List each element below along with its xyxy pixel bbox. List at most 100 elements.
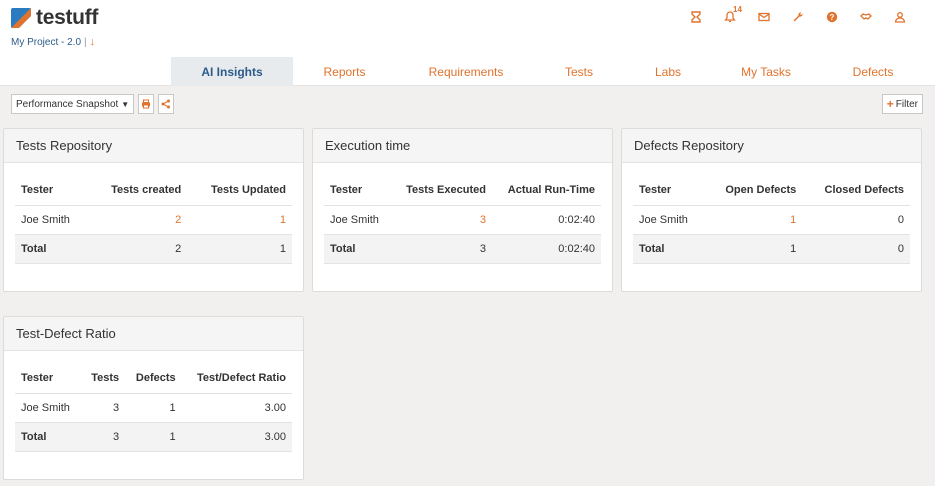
tab-my-tasks[interactable]: My Tasks xyxy=(714,57,818,86)
user-icon[interactable] xyxy=(883,8,917,26)
total-cell: 1 xyxy=(187,234,292,264)
defects-cell: 1 xyxy=(125,393,182,423)
tab-ai-insights[interactable]: AI Insights xyxy=(171,57,293,86)
app-header: testuff My Project - 2.0 | ↓ 14 ? AI Ins… xyxy=(0,0,935,86)
total-cell: 3 xyxy=(81,422,126,452)
tester-cell: Joe Smith xyxy=(15,393,82,423)
download-icon[interactable]: ↓ xyxy=(90,36,96,48)
tester-cell: Joe Smith xyxy=(15,205,89,235)
column-header: Actual Run-Time xyxy=(491,176,601,206)
table-header-row: Tester Tests Defects Test/Defect Ratio xyxy=(15,364,292,394)
tab-tests[interactable]: Tests xyxy=(536,57,622,86)
total-label: Total xyxy=(15,422,82,452)
tests-repository-table: Tester Tests created Tests Updated Joe S… xyxy=(15,176,292,264)
notification-count: 14 xyxy=(733,5,742,14)
project-name[interactable]: My Project - 2.0 xyxy=(11,37,81,48)
bell-icon[interactable]: 14 xyxy=(713,5,747,26)
widget-title: Test-Defect Ratio xyxy=(4,317,303,351)
column-header: Tester xyxy=(15,364,82,394)
help-icon[interactable]: ? xyxy=(815,8,849,26)
table-total-row: Total 2 1 xyxy=(15,234,292,264)
ratio-cell: 3.00 xyxy=(181,393,292,423)
total-label: Total xyxy=(15,234,89,264)
project-separator: | xyxy=(84,36,87,48)
total-cell: 3.00 xyxy=(181,422,292,452)
execution-time-table: Tester Tests Executed Actual Run-Time Jo… xyxy=(324,176,601,264)
filter-button[interactable]: + Filter xyxy=(881,94,923,114)
widget-test-defect-ratio: Test-Defect Ratio Tester Tests Defects T… xyxy=(3,316,304,480)
plus-icon: + xyxy=(886,97,894,111)
widget-title: Defects Repository xyxy=(622,129,921,163)
table-row: Joe Smith 1 0 xyxy=(633,205,910,235)
caret-down-icon: ▼ xyxy=(121,99,130,109)
project-selector[interactable]: My Project - 2.0 | ↓ xyxy=(11,36,95,48)
tester-cell: Joe Smith xyxy=(324,205,391,235)
tests-created-link[interactable]: 2 xyxy=(88,205,188,235)
print-button[interactable] xyxy=(138,94,155,114)
share-icon xyxy=(161,99,171,109)
tab-reports[interactable]: Reports xyxy=(293,57,396,86)
table-total-row: Total 1 0 xyxy=(633,234,910,264)
tests-cell: 3 xyxy=(81,393,126,423)
column-header: Tester xyxy=(15,176,89,206)
total-label: Total xyxy=(324,234,391,264)
hourglass-icon[interactable] xyxy=(679,8,713,26)
total-cell: 3 xyxy=(390,234,492,264)
column-header: Closed Defects xyxy=(802,176,910,206)
share-button[interactable] xyxy=(158,94,175,114)
tests-executed-link[interactable]: 3 xyxy=(390,205,492,235)
widget-title: Tests Repository xyxy=(4,129,303,163)
open-defects-link[interactable]: 1 xyxy=(704,205,803,235)
mail-icon[interactable] xyxy=(747,8,781,26)
table-row: Joe Smith 3 0:02:40 xyxy=(324,205,601,235)
main-tabs: AI Insights Reports Requirements Tests L… xyxy=(171,57,928,86)
widget-title: Execution time xyxy=(313,129,612,163)
total-cell: 0 xyxy=(802,234,910,264)
logo-mark-icon xyxy=(11,8,31,28)
app-logo[interactable]: testuff xyxy=(11,6,98,30)
widget-execution-time: Execution time Tester Tests Executed Act… xyxy=(312,128,613,292)
total-cell: 2 xyxy=(88,234,188,264)
column-header: Tests created xyxy=(88,176,188,206)
svg-text:?: ? xyxy=(830,13,835,22)
table-total-row: Total 3 0:02:40 xyxy=(324,234,601,264)
total-cell: 0:02:40 xyxy=(491,234,601,264)
column-header: Tests Executed xyxy=(390,176,492,206)
header-icon-bar: 14 ? xyxy=(679,5,917,26)
run-time-cell: 0:02:40 xyxy=(491,205,601,235)
column-header: Open Defects xyxy=(704,176,803,206)
table-total-row: Total 3 1 3.00 xyxy=(15,422,292,452)
column-header: Tester xyxy=(324,176,391,206)
table-header-row: Tester Open Defects Closed Defects xyxy=(633,176,910,206)
filter-label: Filter xyxy=(895,98,918,110)
table-row: Joe Smith 2 1 xyxy=(15,205,292,235)
tab-requirements[interactable]: Requirements xyxy=(396,57,536,86)
closed-defects-cell: 0 xyxy=(802,205,910,235)
view-select[interactable]: Performance Snapshot ▼ xyxy=(11,94,135,114)
printer-icon xyxy=(142,99,151,109)
wrench-icon[interactable] xyxy=(781,8,815,26)
table-header-row: Tester Tests created Tests Updated xyxy=(15,176,292,206)
table-row: Joe Smith 3 1 3.00 xyxy=(15,393,292,423)
widget-tests-repository: Tests Repository Tester Tests created Te… xyxy=(3,128,304,292)
test-defect-ratio-table: Tester Tests Defects Test/Defect Ratio J… xyxy=(15,364,292,452)
total-cell: 1 xyxy=(704,234,803,264)
total-cell: 1 xyxy=(125,422,182,452)
defects-repository-table: Tester Open Defects Closed Defects Joe S… xyxy=(633,176,910,264)
tab-labs[interactable]: Labs xyxy=(622,57,714,86)
column-header: Defects xyxy=(125,364,182,394)
column-header: Tester xyxy=(633,176,705,206)
table-header-row: Tester Tests Executed Actual Run-Time xyxy=(324,176,601,206)
column-header: Tests Updated xyxy=(187,176,292,206)
insights-toolbar: Performance Snapshot ▼ xyxy=(11,94,175,114)
handshake-icon[interactable] xyxy=(849,8,883,26)
app-name: testuff xyxy=(36,6,99,29)
column-header: Test/Defect Ratio xyxy=(181,364,292,394)
view-select-value: Performance Snapshot xyxy=(16,98,119,110)
tab-defects[interactable]: Defects xyxy=(818,57,928,86)
widget-defects-repository: Defects Repository Tester Open Defects C… xyxy=(621,128,922,292)
tester-cell: Joe Smith xyxy=(633,205,705,235)
column-header: Tests xyxy=(81,364,126,394)
total-label: Total xyxy=(633,234,705,264)
tests-updated-link[interactable]: 1 xyxy=(187,205,292,235)
